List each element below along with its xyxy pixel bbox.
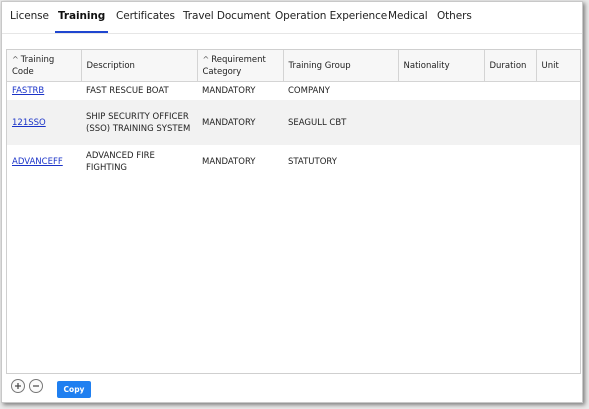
duration-cell (484, 100, 536, 145)
unit-cell (536, 145, 580, 178)
sort-indicator: ^ (12, 54, 19, 64)
training-code-link[interactable]: FASTRB (12, 86, 44, 96)
training-group-cell: COMPANY (288, 86, 330, 96)
training-table: ^ Training Code Description ^ Requirement … (6, 49, 581, 374)
description-cell: ADVANCED FIRE FIGHTING (86, 150, 155, 173)
header-label: Category (202, 66, 242, 77)
copy-button[interactable]: Copy (57, 381, 91, 398)
header-requirement-category[interactable]: ^ Requirement Category (197, 50, 284, 82)
header-label: Code (12, 66, 34, 77)
header-label: Training Group (288, 60, 351, 71)
training-code-link[interactable]: ADVANCEFF (12, 157, 63, 167)
header-description[interactable]: Description (81, 50, 198, 82)
tab-others[interactable]: Others (437, 2, 472, 33)
tab-travel-document[interactable]: Travel Document (183, 2, 271, 33)
training-code-link[interactable]: 121SSO (12, 118, 46, 128)
table-header-row: ^ Training Code Description ^ Requirement … (7, 50, 580, 82)
description-cell: SHIP SECURITY OFFICER (SSO) TRAINING SYS… (81, 100, 197, 145)
tab-medical[interactable]: Medical (388, 2, 428, 33)
description-cell: FAST RESCUE BOAT (86, 86, 169, 96)
table-row[interactable]: ADVANCEFF ADVANCED FIRE FIGHTING MANDATO… (7, 145, 580, 178)
tab-bar: License Training Certificates Travel Doc… (2, 2, 582, 34)
training-group-cell: SEAGULL CBT (283, 100, 398, 145)
header-label: Nationality (403, 60, 450, 71)
tab-license[interactable]: License (10, 2, 49, 33)
nationality-cell (398, 145, 484, 178)
table-row[interactable]: FASTRB FAST RESCUE BOAT MANDATORY COMPAN… (7, 82, 580, 101)
header-label: Requirement (211, 54, 266, 65)
header-training-group[interactable]: Training Group (283, 50, 399, 82)
nationality-cell (398, 100, 484, 145)
requirement-cell: MANDATORY (202, 86, 256, 96)
remove-row-button[interactable] (29, 379, 43, 393)
minus-circle-icon (33, 385, 39, 387)
header-label: Description (86, 60, 135, 71)
tab-training[interactable]: Training (54, 2, 109, 33)
tab-operation-experience[interactable]: Operation Experience (275, 2, 387, 33)
training-group-cell: STATUTORY (288, 156, 337, 167)
table-row[interactable]: 121SSO SHIP SECURITY OFFICER (SSO) TRAIN… (7, 100, 580, 145)
unit-cell (536, 100, 580, 145)
plus-circle-icon (15, 383, 21, 389)
nationality-cell (398, 82, 484, 101)
requirement-cell: MANDATORY (202, 156, 256, 167)
header-nationality[interactable]: Nationality (398, 50, 485, 82)
add-row-button[interactable] (11, 379, 25, 393)
training-panel: License Training Certificates Travel Doc… (1, 1, 583, 403)
tab-certificates[interactable]: Certificates (116, 2, 175, 33)
duration-cell (484, 145, 536, 178)
unit-cell (536, 82, 580, 101)
header-label: Unit (541, 60, 559, 71)
header-duration[interactable]: Duration (484, 50, 537, 82)
duration-cell (484, 82, 536, 101)
header-unit[interactable]: Unit (536, 50, 580, 82)
header-training-code[interactable]: ^ Training Code (7, 50, 82, 82)
header-label: Training (20, 54, 55, 65)
requirement-cell: MANDATORY (197, 100, 283, 145)
sort-indicator: ^ (202, 54, 210, 64)
header-label: Duration (489, 60, 527, 71)
